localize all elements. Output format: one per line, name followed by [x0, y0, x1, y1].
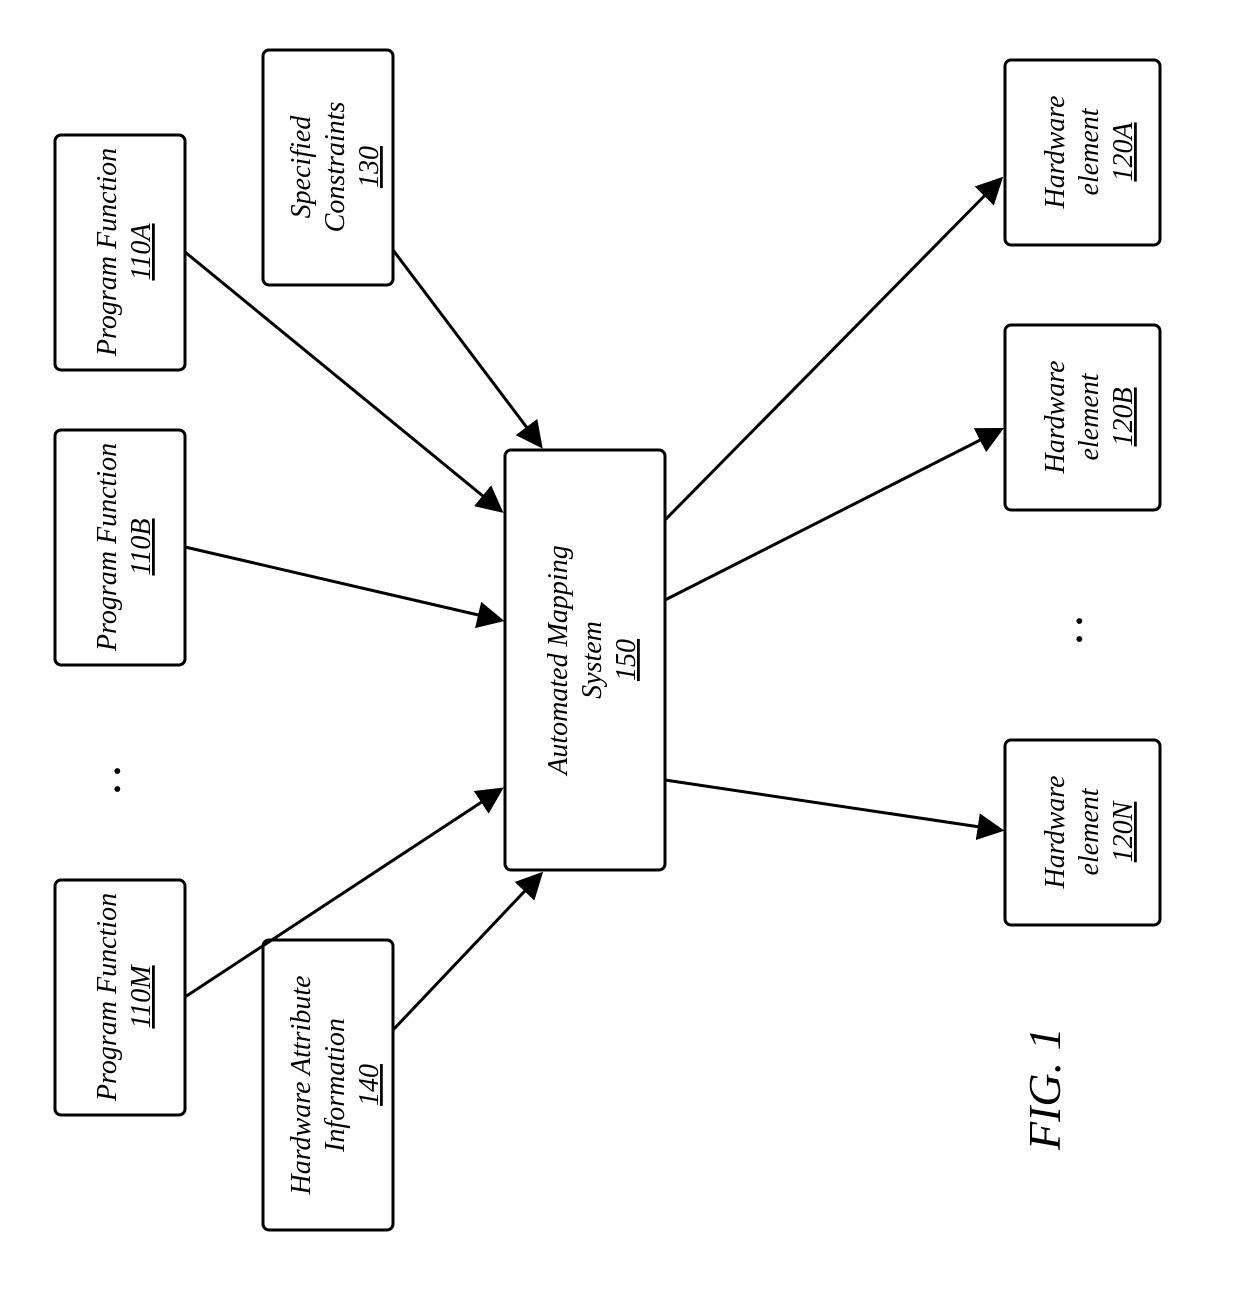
ellipsis: . .: [88, 767, 128, 794]
he-a-id: 120A: [1108, 122, 1139, 182]
he-a-t2: element: [1074, 107, 1105, 195]
hai-title2: Information: [320, 1018, 351, 1153]
he-n-t2: element: [1074, 787, 1105, 875]
pf-m-id: 110M: [126, 964, 157, 1029]
automated-mapping-system-box: Automated Mapping System 150: [505, 450, 665, 870]
pf-m-title: Program Function: [92, 893, 123, 1102]
he-b-t2: element: [1074, 372, 1105, 460]
program-function-box: Program Function 110M: [55, 880, 185, 1115]
pf-a-title: Program Function: [92, 148, 123, 357]
hardware-element-box: Hardware element 120A: [1005, 60, 1160, 245]
pf-b-title: Program Function: [92, 443, 123, 652]
hai-title1: Hardware Attribute: [286, 975, 317, 1195]
he-b-id: 120B: [1108, 387, 1139, 446]
he-n-id: 120N: [1108, 800, 1139, 862]
hardware-attribute-info-box: Hardware Attribute Information 140: [263, 940, 393, 1230]
arrows-in: [185, 250, 540, 1030]
center-title-line2: System: [577, 621, 608, 699]
pf-a-id: 110A: [126, 223, 157, 281]
program-function-box: Program Function 110A: [55, 135, 185, 370]
center-title-line1: Automated Mapping: [543, 545, 574, 776]
specified-constraints-box: Specified Constraints 130: [263, 50, 393, 285]
sc-id: 130: [354, 146, 385, 188]
program-function-box: Program Function 110B: [55, 430, 185, 665]
figure-label: FIG. 1: [1019, 1027, 1070, 1151]
pf-b-id: 110B: [126, 518, 157, 575]
hai-id: 140: [354, 1064, 385, 1106]
hardware-element-box: Hardware element 120B: [1005, 325, 1160, 510]
sc-title1: Specified: [286, 115, 317, 219]
diagram-canvas: Automated Mapping System 150 Program Fun…: [0, 0, 1240, 1289]
he-a-t1: Hardware: [1040, 95, 1071, 209]
arrows-out: [665, 180, 1000, 830]
ellipsis: . .: [1050, 617, 1090, 644]
center-id: 150: [611, 639, 642, 681]
he-b-t1: Hardware: [1040, 360, 1071, 474]
sc-title2: Constraints: [320, 102, 351, 233]
hardware-element-box: Hardware element 120N: [1005, 740, 1160, 925]
he-n-t1: Hardware: [1040, 775, 1071, 889]
